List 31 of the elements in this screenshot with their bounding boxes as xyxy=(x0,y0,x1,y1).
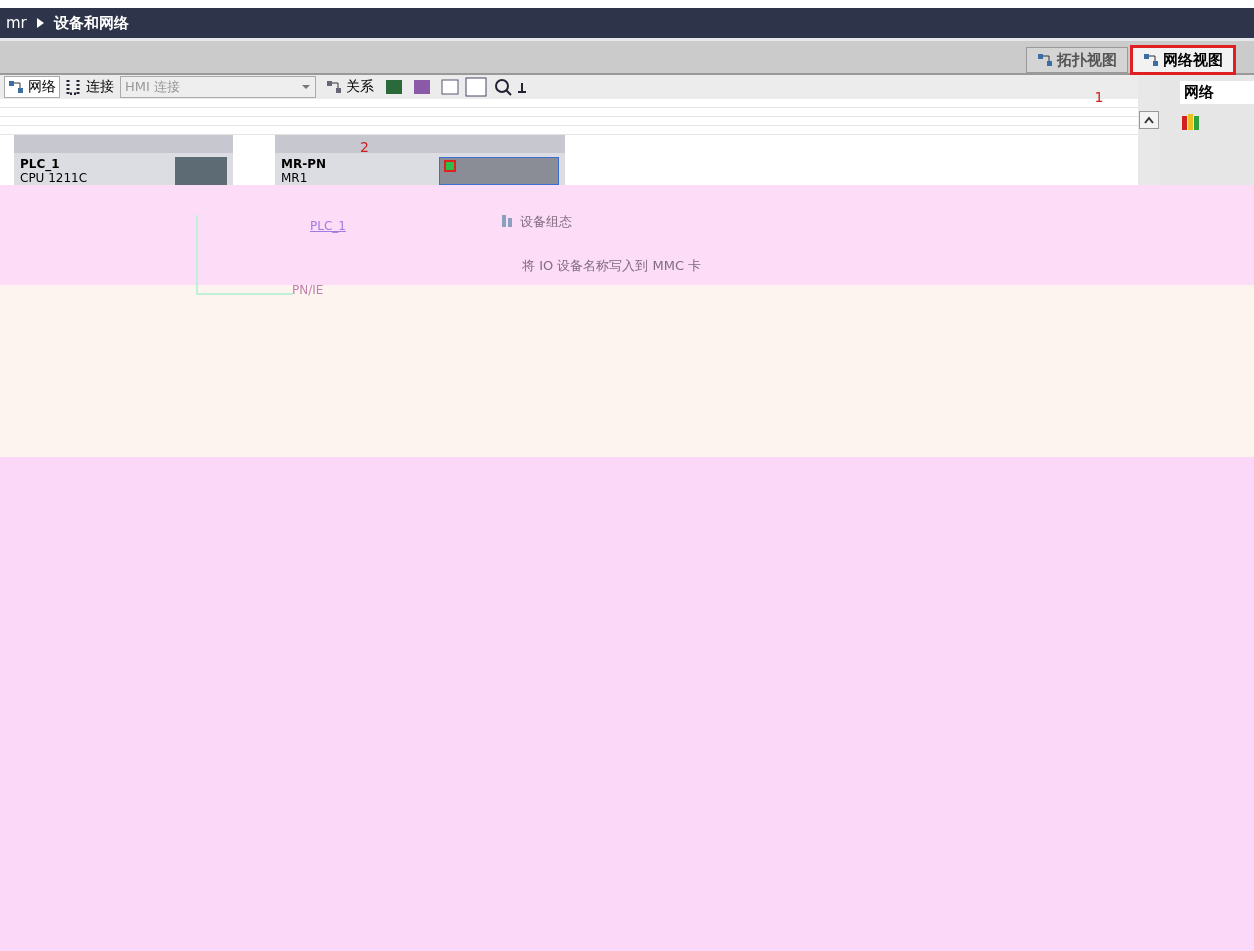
device-card[interactable]: PLC_1 CPU 1211C xyxy=(14,135,233,185)
device-name: MR-PN xyxy=(281,157,326,171)
connections-label: 连接 xyxy=(86,78,114,97)
connection-icon xyxy=(66,79,80,96)
device-type: CPU 1211C xyxy=(20,171,88,185)
context-menu-item[interactable]: 将 IO 设备名称写入到 MMC 卡 xyxy=(500,257,702,275)
scroll-up-button[interactable] xyxy=(1139,111,1159,129)
tools-icon xyxy=(1180,112,1202,130)
dropdown-arrow-icon xyxy=(302,85,310,90)
page-title: 设备和网络 xyxy=(53,13,129,33)
context-menu-item[interactable]: 设备组态 xyxy=(500,213,702,231)
network-icon xyxy=(1143,52,1159,68)
device-type: MR1 xyxy=(281,171,309,185)
caret-icon xyxy=(36,18,44,28)
network-icon xyxy=(8,79,24,96)
view-tab[interactable]: 拓扑视图 xyxy=(1026,47,1128,73)
project-crumb[interactable]: mr xyxy=(6,14,27,32)
annotation-number: 2 xyxy=(360,139,369,155)
chevron-up-icon xyxy=(1144,115,1154,124)
module-icon xyxy=(175,157,227,185)
module-icon xyxy=(439,157,559,185)
side-panel-tab[interactable]: 网络 xyxy=(1180,81,1254,104)
network-icon xyxy=(1037,52,1053,68)
annotation-number: 1 xyxy=(1094,89,1104,105)
view-tab[interactable]: 网络视图 xyxy=(1132,47,1234,73)
device-name: PLC_1 xyxy=(20,157,61,171)
subnet-label: PN/IE xyxy=(292,283,324,297)
network-button[interactable]: 网络 xyxy=(4,76,60,99)
device-config-icon xyxy=(500,213,514,227)
relations-icon xyxy=(326,79,342,96)
relations-button[interactable]: 关系 xyxy=(322,76,378,99)
